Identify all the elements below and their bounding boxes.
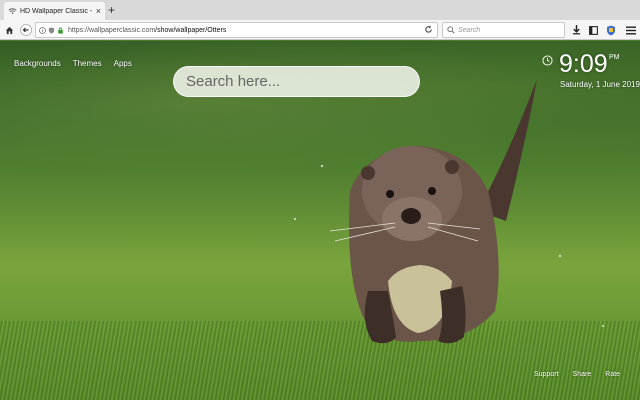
- shield-icon[interactable]: [48, 26, 55, 34]
- new-tab-button[interactable]: +: [108, 3, 115, 17]
- main-search-box[interactable]: [173, 66, 420, 97]
- url-path: /show/wallpaper/Otters: [155, 26, 227, 34]
- home-icon: [5, 26, 13, 34]
- search-icon: [447, 26, 455, 34]
- home-button[interactable]: [4, 23, 14, 37]
- back-button[interactable]: [19, 23, 33, 37]
- tab-close-icon[interactable]: ×: [96, 6, 101, 16]
- browser-tab[interactable]: HD Wallpaper Classic - Otters ×: [4, 2, 105, 20]
- lock-icon[interactable]: [57, 27, 64, 34]
- browser-search-bar[interactable]: Search: [442, 22, 565, 38]
- back-arrow-icon: [20, 24, 32, 36]
- browser-search-placeholder: Search: [458, 26, 481, 34]
- link-support[interactable]: Support: [534, 371, 559, 378]
- clock-date: Saturday, 1 June 2019: [560, 80, 640, 89]
- link-share[interactable]: Share: [573, 371, 592, 378]
- browser-navbar: https://wallpaperclassic.com/show/wallpa…: [0, 20, 640, 40]
- footer-links: Support Share Rate: [534, 371, 620, 378]
- url-host: https://wallpaperclassic.com: [68, 26, 156, 34]
- browser-tabbar: HD Wallpaper Classic - Otters × +: [0, 0, 640, 20]
- main-search-input[interactable]: [186, 73, 407, 90]
- wifi-favicon-icon: [8, 8, 17, 14]
- link-rate[interactable]: Rate: [605, 371, 620, 378]
- link-apps[interactable]: Apps: [114, 59, 132, 68]
- library-button[interactable]: [588, 23, 599, 37]
- menu-button[interactable]: [625, 23, 636, 37]
- reload-icon[interactable]: [424, 25, 433, 34]
- link-themes[interactable]: Themes: [73, 59, 102, 68]
- link-backgrounds[interactable]: Backgrounds: [14, 59, 61, 68]
- url-text: https://wallpaperclassic.com/show/wallpa…: [68, 27, 226, 34]
- sidebar-icon: [589, 25, 598, 35]
- info-icon[interactable]: [39, 26, 46, 34]
- tab-title: HD Wallpaper Classic - Otters: [20, 7, 94, 15]
- url-bar[interactable]: https://wallpaperclassic.com/show/wallpa…: [35, 22, 438, 38]
- clock-ampm: PM: [609, 54, 620, 61]
- extension-icon: [606, 25, 615, 35]
- clock-time: 9:09: [559, 50, 608, 78]
- top-nav-links: Backgrounds Themes Apps: [14, 59, 132, 68]
- hamburger-menu-icon: [625, 26, 636, 34]
- download-icon: [572, 25, 580, 35]
- clock-icon: [542, 55, 553, 66]
- extension-button[interactable]: [605, 23, 616, 37]
- downloads-button[interactable]: [571, 23, 581, 37]
